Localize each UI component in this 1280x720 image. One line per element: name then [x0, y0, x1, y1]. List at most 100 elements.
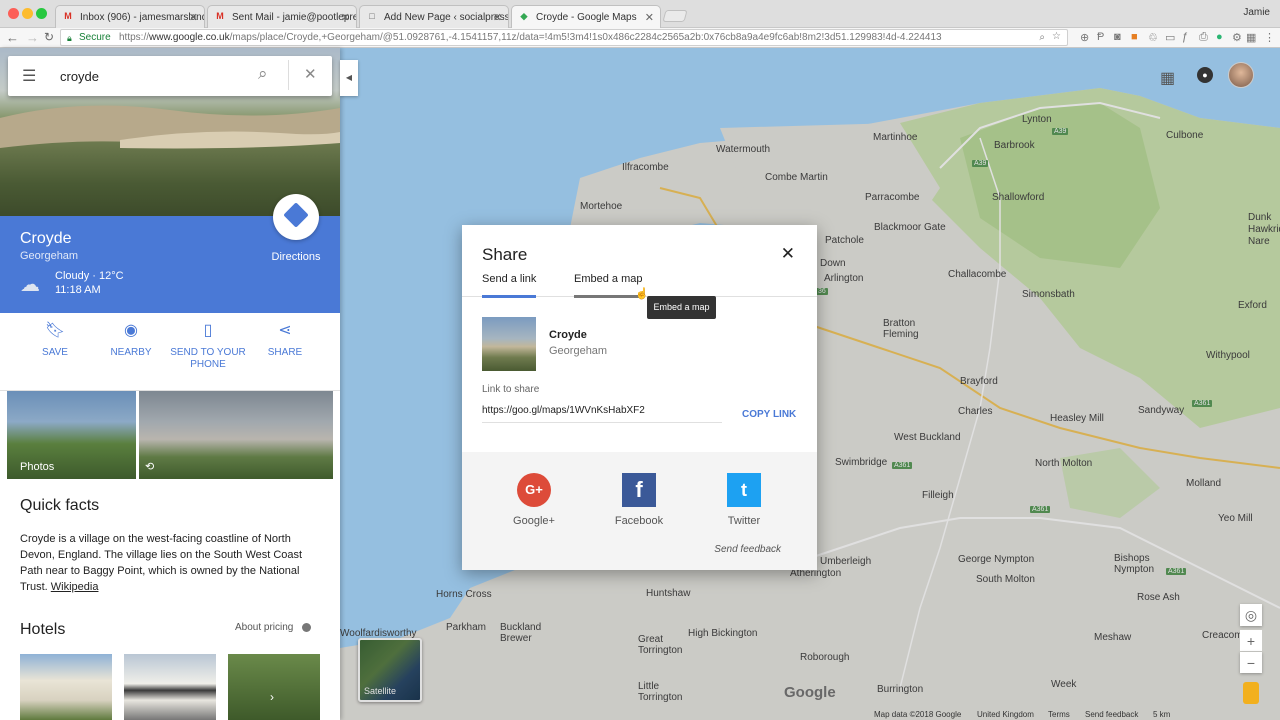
share-button[interactable]: ⋖ SHARE [245, 322, 325, 359]
maximize-window-icon[interactable] [36, 8, 47, 19]
photos-tile[interactable]: Photos [7, 391, 136, 479]
search-icon[interactable]: ⌕ [258, 64, 268, 84]
notifications-icon[interactable]: ● [1197, 67, 1213, 83]
weather-text: Cloudy · 12°C [55, 270, 124, 282]
mouse-cursor-icon: ☝ [635, 288, 649, 300]
zoom-out-button[interactable]: − [1240, 652, 1262, 673]
dialog-title: Share [482, 245, 528, 264]
send-feedback-link[interactable]: Send feedback [714, 544, 781, 555]
extension-icon[interactable]: ⎙ [1199, 31, 1208, 44]
my-location-icon[interactable]: ◎ [1240, 604, 1262, 626]
twitter-share-button[interactable]: t Twitter [714, 473, 774, 527]
close-icon[interactable]: ✕ [781, 244, 795, 264]
extension-icon[interactable]: ⊕ [1080, 31, 1089, 44]
reload-icon[interactable]: ↻ [44, 30, 54, 44]
browser-tab-sent[interactable]: M Sent Mail - jamie@pootlepress ✕ [207, 5, 357, 28]
zoom-icon[interactable]: ⌕ [1039, 32, 1045, 43]
cloud-icon: ☁ [20, 274, 40, 296]
extension-icon[interactable]: ● [1216, 31, 1223, 43]
place-subtitle: Georgeham [20, 250, 79, 262]
share-place-sub: Georgeham [549, 345, 608, 357]
tab-send-link[interactable]: Send a link [482, 273, 537, 298]
terms-link[interactable]: Terms [1048, 710, 1070, 719]
url-field[interactable]: 🔒︎ Secure https://www.google.co.uk/maps/… [60, 29, 1068, 46]
zoom-in-button[interactable]: + [1240, 630, 1262, 651]
browser-tab-maps[interactable]: ◆ Croyde - Google Maps ✕ [511, 5, 661, 28]
directions-label[interactable]: Directions [262, 251, 330, 263]
camera-icon[interactable]: ◙ [1114, 31, 1121, 43]
tab-title: Sent Mail - jamie@pootlepress [232, 12, 357, 23]
region-link[interactable]: United Kingdom [977, 710, 1034, 719]
close-tab-icon[interactable]: ✕ [493, 11, 502, 24]
hotels-heading: Hotels [20, 621, 66, 638]
share-link-field[interactable]: https://goo.gl/maps/1WVnKsHabXF2 [482, 405, 722, 423]
hotel-card[interactable] [124, 654, 216, 720]
twitter-icon: t [727, 473, 761, 507]
share-place-name: Croyde [549, 329, 587, 341]
profile-name[interactable]: Jamie [1243, 7, 1270, 18]
facebook-share-button[interactable]: f Facebook [609, 473, 669, 527]
map-feedback-link[interactable]: Send feedback [1085, 710, 1138, 719]
browser-tab-bar: M Inbox (906) - jamesmarsland@ ✕ M Sent … [0, 0, 1280, 28]
facebook-icon: f [622, 473, 656, 507]
action-row: 🔖︎ SAVE ◉ NEARBY ▯ SEND TO YOUR PHONE ⋖ SHAR… [0, 313, 340, 391]
new-tab-button[interactable] [662, 10, 688, 22]
close-window-icon[interactable] [8, 8, 19, 19]
street-view-icon: ⟲ [145, 461, 155, 473]
share-dialog: Share ✕ Send a link Embed a map Croyde G… [462, 225, 817, 570]
extension-icon[interactable]: ⚙ [1232, 31, 1242, 44]
divider [288, 60, 289, 90]
wikipedia-link[interactable]: Wikipedia [51, 581, 99, 593]
tab-title: Croyde - Google Maps [536, 12, 637, 23]
send-to-phone-button[interactable]: ▯ SEND TO YOUR PHONE [168, 323, 248, 371]
lock-icon: 🔒︎ [67, 33, 72, 43]
hotel-card[interactable]: › [228, 654, 320, 720]
browser-tab-addpage[interactable]: □ Add New Page ‹ socialpress — ✕ [359, 5, 509, 28]
street-view-tile[interactable]: ⟲ [139, 391, 333, 479]
search-bar: ☰ croyde ⌕ ✕ [8, 56, 332, 96]
menu-icon[interactable]: ☰ [22, 66, 36, 86]
page-icon: □ [369, 11, 375, 21]
avatar[interactable] [1228, 62, 1254, 88]
extension-icon[interactable]: ♲ [1148, 31, 1158, 44]
embed-tooltip: Embed a map [647, 296, 716, 319]
cast-icon[interactable]: ▭ [1165, 31, 1175, 44]
back-icon[interactable]: ← [6, 30, 19, 45]
about-pricing-link[interactable]: About pricing [235, 622, 293, 633]
maps-icon: ◆ [520, 11, 528, 21]
extension-icon[interactable]: Ᵽ [1097, 31, 1104, 43]
tab-title: Inbox (906) - jamesmarsland@ [80, 12, 205, 23]
close-tab-icon[interactable]: ✕ [189, 11, 198, 24]
nearby-button[interactable]: ◉ NEARBY [91, 323, 171, 359]
collapse-panel-button[interactable]: ◀ [340, 60, 358, 96]
menu-icon[interactable]: ⋮ [1264, 31, 1275, 44]
map-data-credit: Map data ©2018 Google [874, 710, 962, 719]
search-input[interactable]: croyde [60, 69, 99, 84]
social-share-area: G+ Google+ f Facebook t Twitter Send fee… [462, 452, 817, 570]
star-icon[interactable]: ☆ [1052, 31, 1061, 42]
pegman-icon[interactable] [1243, 682, 1259, 704]
extension-icon[interactable]: ■ [1131, 31, 1138, 43]
address-bar-row: ← → ↻ 🔒︎ Secure https://www.google.co.uk… [0, 28, 1280, 48]
font-icon[interactable]: ƒ [1182, 31, 1188, 43]
hotel-card[interactable] [20, 654, 112, 720]
extension-icon[interactable]: ▦ [1246, 31, 1256, 44]
minimize-window-icon[interactable] [22, 8, 33, 19]
tab-embed-map[interactable]: Embed a map [574, 273, 643, 298]
secure-label: Secure [79, 32, 111, 43]
gmail-icon: M [64, 11, 72, 21]
browser-tab-inbox[interactable]: M Inbox (906) - jamesmarsland@ ✕ [55, 5, 205, 28]
save-button[interactable]: 🔖︎ SAVE [15, 323, 95, 359]
close-tab-icon[interactable]: ✕ [645, 11, 654, 24]
directions-button[interactable] [273, 194, 319, 240]
close-tab-icon[interactable]: ✕ [341, 11, 350, 24]
googleplus-share-button[interactable]: G+ Google+ [504, 473, 564, 527]
share-icon: ⋖ [278, 322, 292, 339]
info-icon[interactable] [302, 623, 311, 632]
copy-link-button[interactable]: COPY LINK [742, 409, 796, 420]
clear-search-icon[interactable]: ✕ [304, 65, 317, 83]
local-time: 11:18 AM [55, 284, 101, 296]
forward-icon[interactable]: → [26, 30, 39, 45]
apps-grid-icon[interactable]: ▦ [1160, 68, 1175, 88]
place-panel: ☰ croyde ⌕ ✕ Croyde Georgeham ☁ Cloudy ·… [0, 48, 340, 720]
